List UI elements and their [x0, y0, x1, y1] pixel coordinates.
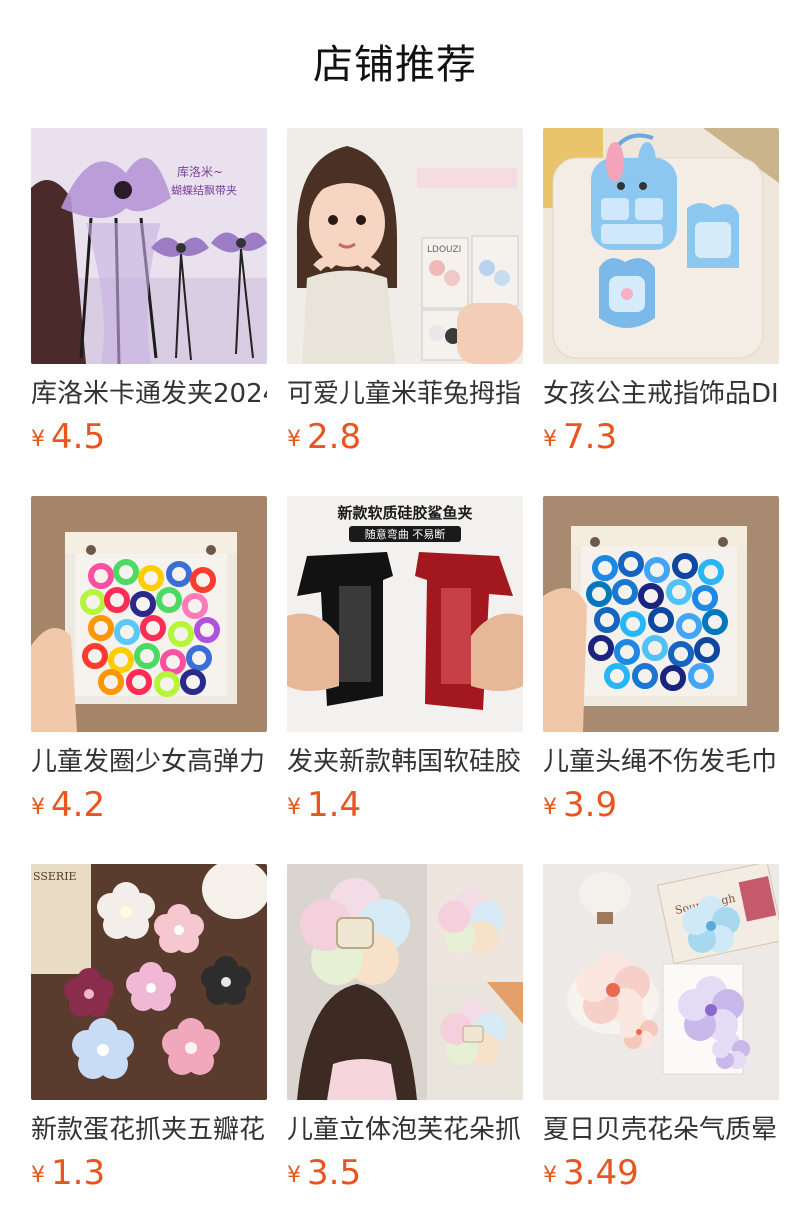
product-card[interactable]: 儿童立体泡芙花朵抓 ¥3.5 [287, 864, 523, 1193]
svg-text:蝴蝶结飘带夹: 蝴蝶结飘带夹 [171, 183, 237, 197]
currency-symbol: ¥ [543, 795, 557, 820]
product-card[interactable]: 新款软质硅胶鲨鱼夹 随意弯曲 不易断 发夹新款韩国软硅胶 ¥1.4 [287, 496, 523, 825]
currency-symbol: ¥ [543, 427, 557, 452]
bunny-ring-case-icon[interactable] [543, 128, 779, 364]
currency-symbol: ¥ [31, 1163, 45, 1188]
blue-hair-ties-bag-icon[interactable] [543, 496, 779, 732]
svg-text:库洛米~: 库洛米~ [177, 164, 223, 179]
product-name[interactable]: 发夹新款韩国软硅胶 [287, 746, 523, 778]
product-name[interactable]: 儿童立体泡芙花朵抓 [287, 1114, 523, 1146]
svg-text:SSERIE: SSERIE [33, 870, 77, 883]
colorful-hair-ties-bag-icon[interactable] [31, 496, 267, 732]
purple-ribbon-bow-clip-icon[interactable]: 库洛米~ 蝴蝶结飘带夹 [31, 128, 267, 364]
price-amount: 1.3 [51, 1153, 106, 1193]
product-card[interactable]: 库洛米~ 蝴蝶结飘带夹 库洛米卡通发夹2024 ¥4.5 [31, 128, 267, 457]
product-name[interactable]: 女孩公主戒指饰品DI [543, 378, 779, 410]
price-amount: 2.8 [307, 417, 362, 457]
product-name[interactable]: 儿童头绳不伤发毛巾 [543, 746, 779, 778]
currency-symbol: ¥ [31, 427, 45, 452]
currency-symbol: ¥ [287, 795, 301, 820]
product-grid: 库洛米~ 蝴蝶结飘带夹 库洛米卡通发夹2024 ¥4.5 LDOUZI 可爱儿童… [31, 128, 790, 1193]
product-price: ¥3.49 [543, 1151, 779, 1195]
svg-text:LDOUZI: LDOUZI [427, 245, 461, 255]
product-price: ¥3.5 [287, 1151, 523, 1195]
currency-symbol: ¥ [543, 1163, 557, 1188]
product-name[interactable]: 夏日贝壳花朵气质晕 [543, 1114, 779, 1146]
product-card[interactable]: SSERIE 新款蛋花抓夹五瓣花 ¥ 1.3 [31, 864, 267, 1193]
product-card[interactable]: Sourdough Bread [543, 864, 779, 1193]
product-card[interactable]: 儿童发圈少女高弹力 ¥4.2 [31, 496, 267, 825]
child-hair-clips-card-icon[interactable]: LDOUZI [287, 128, 523, 364]
currency-symbol: ¥ [31, 795, 45, 820]
shell-flower-hair-clips-icon[interactable]: Sourdough Bread [543, 864, 779, 1100]
product-price: ¥4.5 [31, 415, 267, 459]
currency-symbol: ¥ [287, 427, 301, 452]
product-price: ¥1.4 [287, 783, 523, 827]
store-recommendations-page: 店铺推荐 库洛米~ 蝴蝶结飘带夹 库洛米卡通发夹2024 ¥ 4.5 LDOUZ… [0, 0, 790, 1232]
product-card[interactable]: LDOUZI 可爱儿童米菲兔拇指 ¥2.8 [287, 128, 523, 457]
price-amount: 3.5 [307, 1153, 362, 1193]
product-name[interactable]: 儿童发圈少女高弹力 [31, 746, 267, 778]
price-amount: 3.49 [563, 1153, 639, 1193]
svg-text:随意弯曲 不易断: 随意弯曲 不易断 [365, 527, 446, 541]
product-name[interactable]: 新款蛋花抓夹五瓣花 [31, 1114, 267, 1146]
product-card[interactable]: 儿童头绳不伤发毛巾 ¥3.9 [543, 496, 779, 825]
product-price: ¥4.2 [31, 783, 267, 827]
product-name[interactable]: 可爱儿童米菲兔拇指 [287, 378, 523, 410]
price-amount: 4.5 [51, 417, 106, 457]
price-amount: 1.4 [307, 785, 362, 825]
price-amount: 7.3 [563, 417, 618, 457]
product-price: ¥2.8 [287, 415, 523, 459]
shark-claw-clips-icon[interactable]: 新款软质硅胶鲨鱼夹 随意弯曲 不易断 [287, 496, 523, 732]
product-price: ¥3.9 [543, 783, 779, 827]
currency-symbol: ¥ [287, 1163, 301, 1188]
puff-flower-claw-clip-icon[interactable] [287, 864, 523, 1100]
svg-text:新款软质硅胶鲨鱼夹: 新款软质硅胶鲨鱼夹 [337, 504, 472, 522]
product-name[interactable]: 库洛米卡通发夹2024 [31, 378, 267, 410]
product-price: ¥1.3 [31, 1151, 267, 1195]
price-amount: 3.9 [563, 785, 618, 825]
five-petal-flower-clips-icon[interactable]: SSERIE [31, 864, 267, 1100]
page-title: 店铺推荐 [313, 42, 477, 88]
price-amount: 4.2 [51, 785, 106, 825]
product-price: ¥7.3 [543, 415, 779, 459]
product-card[interactable]: 女孩公主戒指饰品DI ¥7.3 [543, 128, 779, 457]
